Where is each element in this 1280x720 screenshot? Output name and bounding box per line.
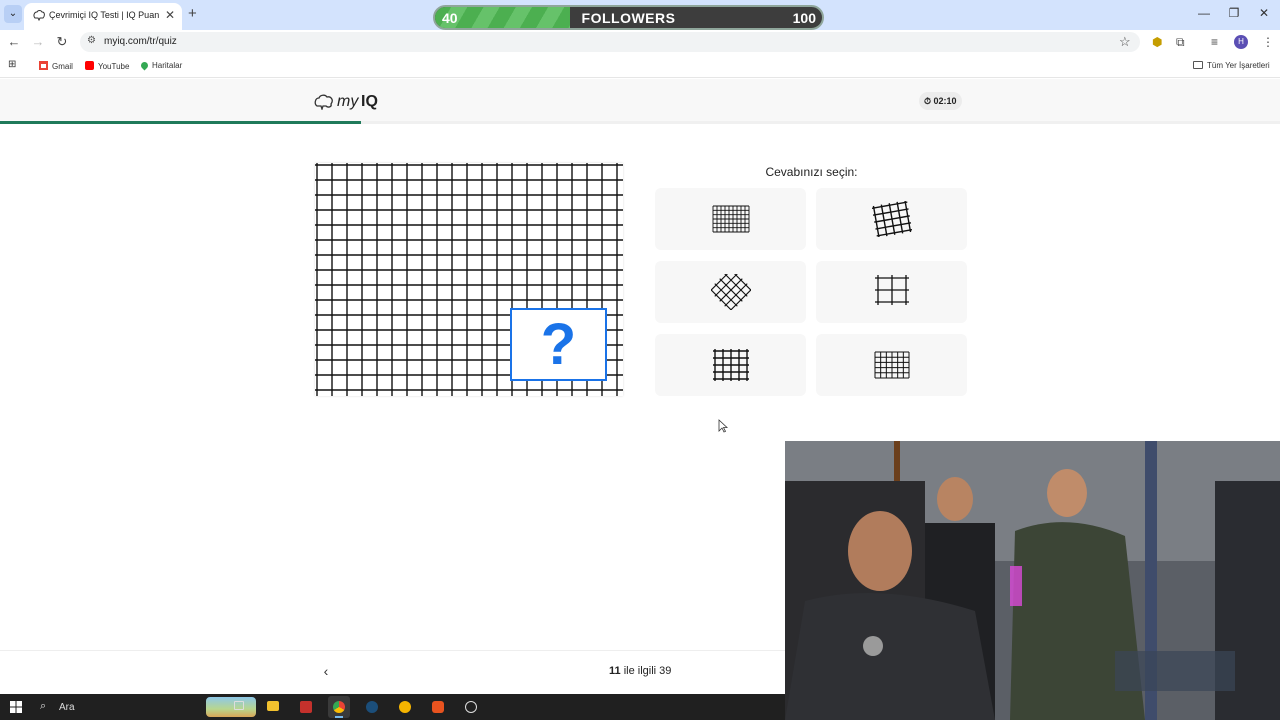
- apps-grid-icon[interactable]: ⊞: [8, 59, 16, 70]
- new-tab-icon[interactable]: +: [188, 5, 197, 22]
- answer-option-4[interactable]: [816, 261, 967, 323]
- logo-my: my: [337, 93, 359, 110]
- site-header: my IQ ⏱ 02:10: [0, 79, 1280, 122]
- maps-pin-icon: [139, 60, 150, 71]
- close-window-icon[interactable]: ✕: [1254, 6, 1274, 20]
- tab-search-icon[interactable]: ⌄: [4, 5, 22, 23]
- dense-grid-pattern: [712, 205, 750, 233]
- answer-option-6[interactable]: [816, 334, 967, 396]
- restore-icon[interactable]: ❐: [1224, 6, 1244, 20]
- answer-option-3[interactable]: [655, 261, 806, 323]
- taskbar-search-placeholder: Ara: [59, 702, 75, 713]
- media-controls-icon[interactable]: ≡: [1211, 35, 1218, 49]
- windows-taskbar: ⌕ Ara: [0, 694, 785, 720]
- minimize-icon[interactable]: —: [1194, 6, 1214, 20]
- file-explorer-icon[interactable]: [262, 696, 284, 718]
- windows-start-icon[interactable]: [10, 701, 22, 713]
- medium-grid-pattern: [713, 349, 749, 381]
- answer-prompt: Cevabınızı seçin:: [765, 165, 858, 179]
- active-tab[interactable]: Çevrimiçi IQ Testi | IQ Puanınızı ✕: [24, 3, 182, 30]
- bookmark-youtube[interactable]: YouTube: [85, 61, 129, 71]
- question-counter: 11 ile ilgili 39: [609, 665, 671, 677]
- chrome-icon[interactable]: [328, 696, 350, 718]
- youtube-icon: [85, 61, 94, 70]
- brain-logo-icon: [314, 94, 333, 110]
- sparse-hash-pattern: [875, 275, 909, 305]
- tab-strip: ⌄ Çevrimiçi IQ Testi | IQ Puanınızı ✕ + …: [0, 0, 1280, 30]
- timer-badge: ⏱ 02:10: [919, 92, 962, 110]
- answer-option-2[interactable]: [816, 188, 967, 250]
- omnibox[interactable]: ⚙ myiq.com/tr/quiz ☆: [80, 32, 1140, 52]
- gmail-icon: [39, 61, 48, 70]
- taskbar-search[interactable]: ⌕ Ara: [34, 697, 256, 717]
- bookmarks-bar: ⊞ Gmail YouTube Haritalar Tüm Yer İşaret…: [0, 54, 1280, 78]
- bookmark-label: Haritalar: [152, 61, 183, 70]
- search-icon: ⌕: [40, 700, 47, 712]
- app-red-icon[interactable]: [295, 696, 317, 718]
- mouse-cursor-icon: [718, 419, 728, 433]
- site-info-icon[interactable]: ⚙: [87, 35, 96, 46]
- forward-icon[interactable]: →: [30, 34, 46, 49]
- stopwatch-icon: ⏱: [924, 96, 932, 106]
- diagonal-lattice-pattern: [711, 274, 751, 310]
- previous-question-button[interactable]: ‹: [316, 661, 336, 681]
- bookmark-label: Gmail: [52, 62, 73, 71]
- missing-piece-box: ?: [510, 308, 607, 381]
- fine-grid-pattern: [874, 351, 910, 379]
- all-bookmarks[interactable]: Tüm Yer İşaretleri: [1193, 61, 1270, 70]
- app-orange-icon[interactable]: [427, 696, 449, 718]
- bookmark-gmail[interactable]: Gmail: [39, 61, 73, 71]
- counter-current: 11: [609, 665, 621, 677]
- quiz-progress-fill: [0, 121, 361, 124]
- close-tab-icon[interactable]: ✕: [165, 8, 175, 22]
- app-yellow-icon[interactable]: [394, 696, 416, 718]
- counter-total: ile ilgili 39: [620, 665, 672, 677]
- brain-icon: [33, 10, 45, 22]
- bookmark-maps[interactable]: Haritalar: [139, 60, 183, 71]
- logo-iq: IQ: [361, 93, 378, 110]
- answer-option-1[interactable]: [655, 188, 806, 250]
- url-text[interactable]: myiq.com/tr/quiz: [104, 36, 177, 47]
- task-view-icon[interactable]: [229, 696, 251, 718]
- steam-icon[interactable]: [361, 696, 383, 718]
- timer-value: 02:10: [933, 96, 957, 106]
- back-icon[interactable]: ←: [6, 34, 22, 49]
- profile-avatar[interactable]: H: [1234, 35, 1248, 49]
- quiz-progress-bar: [0, 121, 1280, 124]
- question-mark: ?: [540, 312, 577, 377]
- bookmark-star-icon[interactable]: ☆: [1119, 34, 1131, 50]
- app-circle-icon[interactable]: [460, 696, 482, 718]
- extensions-puzzle-icon[interactable]: ⧉: [1176, 35, 1185, 50]
- quiz-footer: ‹ 11 ile ilgili 39: [0, 650, 785, 694]
- webcam-overlay: [785, 441, 1280, 720]
- all-bookmarks-label: Tüm Yer İşaretleri: [1207, 61, 1270, 70]
- webcam-feed-image: [785, 441, 1280, 720]
- followers-goal-count: 100: [792, 10, 816, 26]
- reload-icon[interactable]: ↻: [54, 34, 70, 50]
- tilted-grid-pattern: [872, 201, 912, 237]
- folder-icon: [1193, 61, 1203, 69]
- followers-label: FOLLOWERS: [581, 10, 676, 26]
- menu-kebab-icon[interactable]: ⋮: [1262, 35, 1274, 49]
- answer-option-5[interactable]: [655, 334, 806, 396]
- followers-goal-bar: 40 FOLLOWERS 100: [433, 5, 824, 30]
- tab-title: Çevrimiçi IQ Testi | IQ Puanınızı: [49, 10, 159, 20]
- address-bar: ← → ↻ ⚙ myiq.com/tr/quiz ☆ ⬢ ⧉ ≡ H ⋮: [0, 30, 1280, 54]
- extension-shield-icon[interactable]: ⬢: [1152, 35, 1162, 49]
- bookmark-label: YouTube: [98, 62, 130, 71]
